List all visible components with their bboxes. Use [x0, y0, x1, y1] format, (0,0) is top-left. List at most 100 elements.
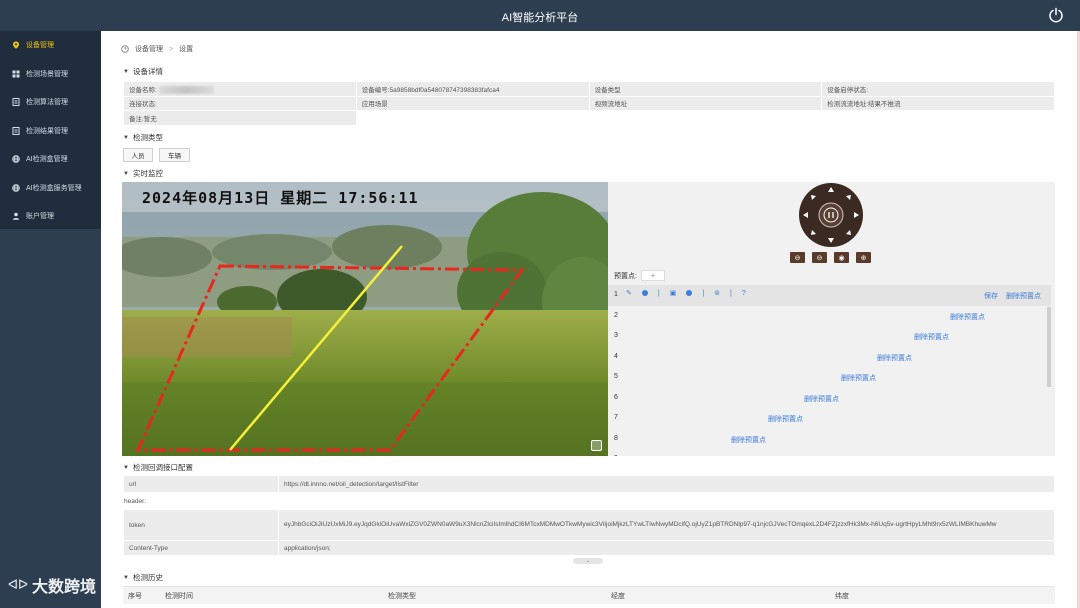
- config-key: header:: [123, 492, 279, 510]
- main-content: 设备管理 > 设置 ▼ 设备详情 设备名称: 设备编号:5a9858bdf0a5…: [101, 31, 1080, 608]
- detect-types-header[interactable]: ▼ 检测类型: [123, 132, 163, 143]
- sidebar: 设备管理 检测场景管理 检测算法管理 检测结果管理 AI检测盒管理 AI检测盒服…: [0, 31, 101, 608]
- power-icon[interactable]: [1048, 7, 1064, 23]
- detection-history-header[interactable]: ▼ 检测历史: [123, 572, 163, 583]
- sidebar-item-label: AI检测盒管理: [26, 156, 68, 164]
- config-key: Content-Type: [123, 540, 279, 556]
- preset-row[interactable]: 2 删除预置点: [608, 306, 1051, 327]
- sidebar-item-label: 检测结果管理: [26, 127, 68, 135]
- sidebar-item-device-management[interactable]: 设备管理: [0, 31, 101, 60]
- divider: |: [702, 289, 705, 297]
- column-header: 序号: [128, 593, 142, 600]
- section-title: 检测回调接口配置: [132, 463, 193, 472]
- fullscreen-icon[interactable]: [591, 440, 602, 451]
- collapse-handle[interactable]: ⌄: [573, 558, 603, 564]
- config-value: https://dt.innno.net/oil_detection/targe…: [278, 475, 1055, 493]
- video-timestamp: 2024年08月13日 星期二 17:56:11: [142, 189, 419, 207]
- delete-preset-button[interactable]: 删除预置点: [768, 414, 803, 424]
- watermark: ᐊᐅ 大数跨境: [8, 573, 96, 597]
- preset-number: 3: [614, 332, 618, 339]
- preset-row[interactable]: 6 删除预置点: [608, 388, 1051, 409]
- delete-preset-button[interactable]: 删除预置点: [731, 435, 766, 445]
- connection-status-cell: 连接状态:: [123, 95, 357, 111]
- sidebar-item-account-management[interactable]: 账户管理: [0, 202, 101, 231]
- delete-preset-button[interactable]: 删除预置点: [695, 455, 730, 456]
- edit-icon[interactable]: ✎: [626, 289, 632, 297]
- add-preset-button[interactable]: +: [640, 270, 665, 281]
- delete-preset-button[interactable]: 删除预置点: [950, 312, 985, 322]
- caret-down-icon: ▼: [123, 170, 129, 177]
- device-type-cell: 设备类型: [588, 81, 823, 97]
- callback-config-table: url https://dt.innno.net/oil_detection/t…: [123, 475, 1055, 556]
- sidebar-menu: 设备管理 检测场景管理 检测算法管理 检测结果管理 AI检测盒管理 AI检测盒服…: [0, 31, 101, 229]
- delete-preset-button[interactable]: 删除预置点: [841, 373, 876, 383]
- redacted-device-name: [158, 85, 214, 94]
- sidebar-item-label: 账户管理: [26, 213, 54, 221]
- config-value: [278, 492, 1055, 510]
- preset-number: 8: [614, 434, 618, 442]
- preset-number: 1: [614, 291, 618, 298]
- globe-icon: [12, 183, 20, 192]
- preset-row[interactable]: 4 删除预置点: [608, 347, 1051, 368]
- preset-label: 预置点:: [614, 272, 637, 280]
- preset-row[interactable]: 7 删除预置点: [608, 408, 1051, 429]
- target-icon[interactable]: ⊚: [714, 289, 720, 297]
- location-pin-icon: [12, 41, 20, 50]
- help-icon[interactable]: ?: [742, 290, 746, 297]
- zoom-in-icon[interactable]: ⊖: [812, 252, 827, 263]
- image-icon[interactable]: ▣: [670, 289, 677, 297]
- sidebar-item-ai-box-service-management[interactable]: AI检测盒服务管理: [0, 174, 101, 203]
- clock-icon: [121, 45, 129, 53]
- watermark-text: 大数跨境: [32, 579, 97, 596]
- device-details-header[interactable]: ▼ 设备详情: [123, 66, 163, 77]
- iris-icon[interactable]: ⊕: [856, 252, 871, 263]
- breadcrumb-current: 设置: [179, 46, 194, 53]
- caret-down-icon: ▼: [123, 574, 129, 581]
- detect-type-person-button[interactable]: 人员: [123, 148, 153, 162]
- zoom-out-icon[interactable]: ⊖: [790, 252, 805, 263]
- document-icon: [12, 126, 20, 135]
- preset-row[interactable]: 3 删除预置点: [608, 326, 1051, 347]
- section-title: 实时监控: [132, 169, 163, 178]
- caret-down-icon: ▼: [123, 68, 129, 75]
- video-frame: [122, 182, 608, 456]
- callback-config-header[interactable]: ▼ 检测回调接口配置: [123, 462, 193, 473]
- divider: |: [730, 289, 732, 297]
- section-title: 检测历史: [132, 573, 163, 582]
- device-name-cell: 设备名称:: [123, 81, 357, 97]
- preset-row[interactable]: 5 删除预置点: [608, 367, 1051, 388]
- breadcrumb-parent[interactable]: 设备管理: [135, 44, 163, 54]
- preset-toolbar: ✎ | ▣ | ⊚ | ?: [626, 289, 746, 298]
- preset-row[interactable]: 9 删除预置点: [608, 449, 1051, 456]
- focus-icon[interactable]: ◉: [834, 252, 849, 263]
- radio-icon[interactable]: [686, 290, 693, 296]
- config-key: url: [123, 475, 279, 493]
- push-url-cell: 检测流流地址:结果不推流: [821, 95, 1055, 111]
- config-row: token eyJhbGciOiJIUzUxMiJ9.eyJqdGkiOiUva…: [123, 509, 1055, 541]
- direction-pad[interactable]: [798, 182, 864, 248]
- device-enable-status-cell: 设备启停状态:: [821, 81, 1055, 97]
- preset-row[interactable]: 8 删除预置点: [608, 429, 1051, 450]
- globe-icon: [12, 155, 20, 164]
- column-header: 纬度: [835, 593, 849, 600]
- preset-list-scrollbar[interactable]: [1047, 307, 1051, 387]
- detect-type-vehicle-button[interactable]: 车辆: [159, 148, 190, 162]
- sidebar-item-ai-box-management[interactable]: AI检测盒管理: [0, 145, 101, 174]
- scene-cell: 应用场景: [355, 95, 590, 111]
- delete-preset-button[interactable]: 删除预置点: [1006, 291, 1041, 301]
- preset-number: 6: [614, 393, 618, 401]
- delete-preset-button[interactable]: 删除预置点: [914, 332, 949, 342]
- sidebar-item-scene-management[interactable]: 检测场景管理: [0, 60, 101, 89]
- live-video-feed[interactable]: 2024年08月13日 星期二 17:56:11: [122, 182, 608, 456]
- delete-preset-button[interactable]: 删除预置点: [804, 394, 839, 404]
- preset-row[interactable]: 1 ✎ | ▣ | ⊚ | ? 保存 删除预置点: [608, 285, 1051, 306]
- sidebar-item-label: 检测场景管理: [26, 70, 68, 78]
- delete-preset-button[interactable]: 删除预置点: [877, 353, 912, 363]
- live-monitor-header[interactable]: ▼ 实时监控: [123, 168, 163, 179]
- save-preset-button[interactable]: 保存: [984, 291, 998, 301]
- column-header: 经度: [611, 593, 625, 600]
- config-row: Content-Type application/json;: [123, 540, 1055, 556]
- sidebar-item-result-management[interactable]: 检测结果管理: [0, 117, 101, 146]
- sidebar-item-algorithm-management[interactable]: 检测算法管理: [0, 88, 101, 117]
- radio-icon[interactable]: [641, 290, 648, 296]
